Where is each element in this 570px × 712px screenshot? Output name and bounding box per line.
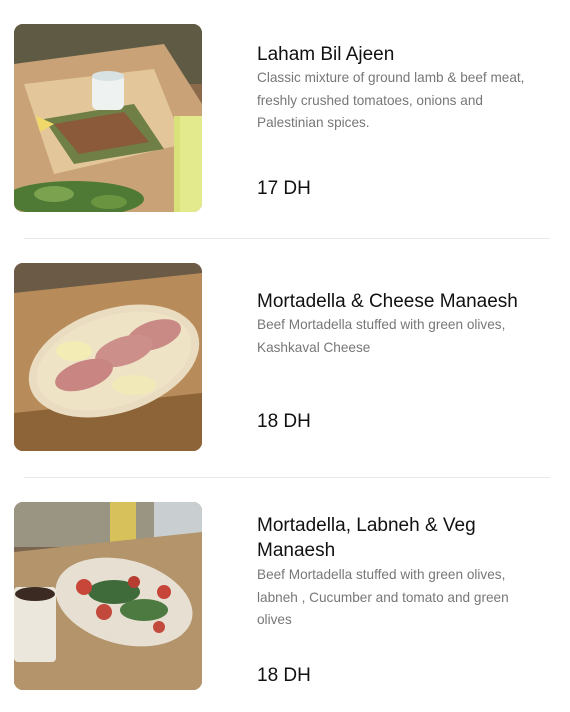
menu-item-price: 18 DH — [257, 665, 311, 686]
menu-item-name: Laham Bil Ajeen — [257, 44, 395, 65]
mortadella-labneh-veg-manaesh-image — [14, 502, 202, 690]
menu-list: Laham Bil Ajeen Classic mixture of groun… — [0, 0, 570, 712]
menu-item-laham-bil-ajeen[interactable]: Laham Bil Ajeen Classic mixture of groun… — [0, 0, 570, 238]
laham-bil-ajeen-photo — [14, 24, 202, 212]
menu-item-price: 18 DH — [257, 411, 311, 432]
menu-item-mortadella-cheese-manaesh[interactable]: Mortadella & Cheese Manaesh Beef Mortade… — [0, 239, 570, 477]
laham-bil-ajeen-image — [14, 24, 202, 212]
menu-item-name: Mortadella & Cheese Manaesh — [257, 291, 518, 312]
menu-item-mortadella-labneh-veg-manaesh[interactable]: Mortadella, Labneh & Veg Manaesh Beef Mo… — [0, 478, 570, 712]
mortadella-cheese-manaesh-image — [14, 263, 202, 451]
mortadella-cheese-manaesh-photo — [14, 263, 202, 451]
menu-item-description: Beef Mortadella stuffed with green olive… — [257, 317, 506, 355]
menu-item-description: Classic mixture of ground lamb & beef me… — [257, 70, 525, 130]
menu-item-description: Beef Mortadella stuffed with green olive… — [257, 567, 509, 627]
menu-item-name: Mortadella, Labneh & Veg Manaesh — [257, 515, 476, 561]
mortadella-labneh-veg-manaesh-photo — [14, 502, 202, 690]
menu-item-price: 17 DH — [257, 178, 311, 199]
